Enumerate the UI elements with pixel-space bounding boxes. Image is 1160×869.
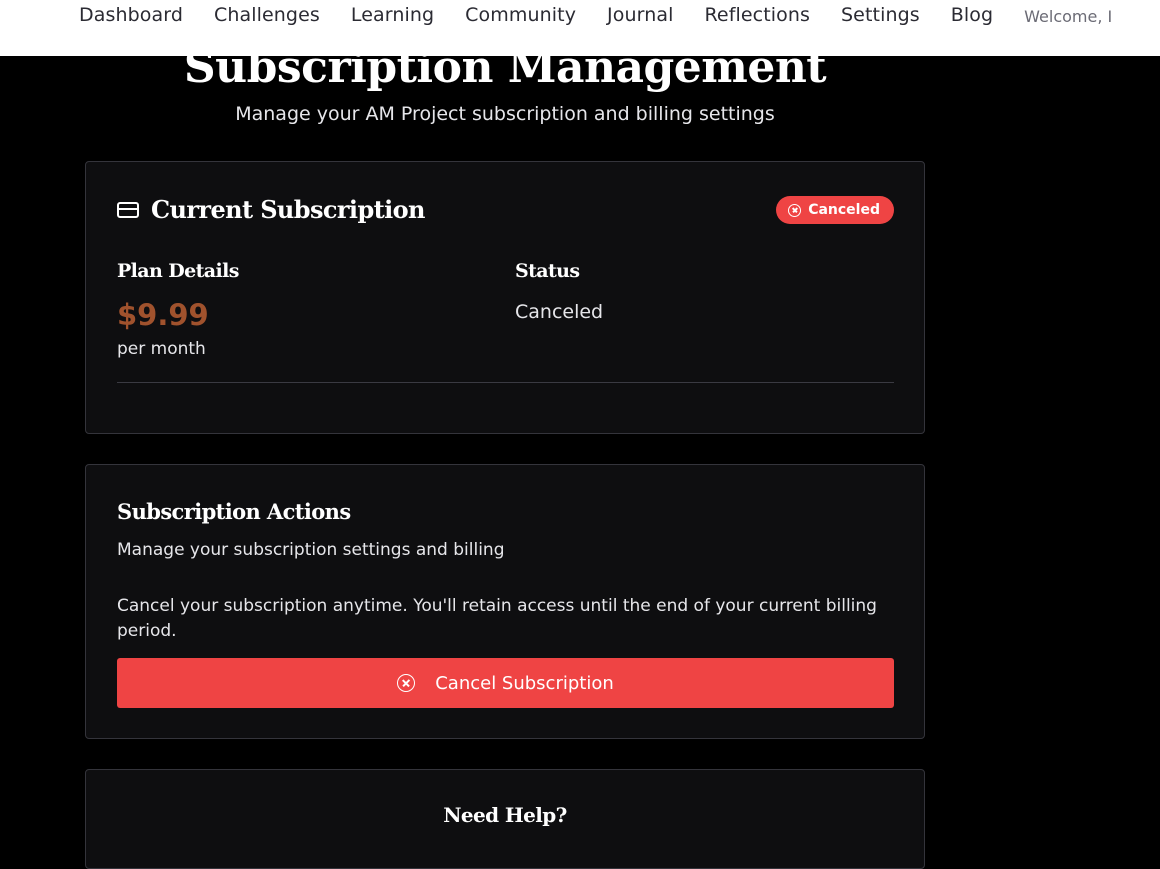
- nav-reflections[interactable]: Reflections: [704, 4, 810, 26]
- nav-community[interactable]: Community: [465, 4, 576, 26]
- status-label: Status: [515, 260, 580, 282]
- credit-card-icon: [117, 201, 139, 218]
- cancel-subscription-button[interactable]: Cancel Subscription: [117, 658, 894, 708]
- help-card: Need Help?: [85, 769, 925, 869]
- x-circle-icon: [397, 674, 416, 692]
- status-badge-label: Canceled: [808, 202, 880, 218]
- subscription-actions-description: Manage your subscription settings and bi…: [117, 540, 505, 560]
- divider: [117, 382, 894, 383]
- status-badge: Canceled: [776, 196, 894, 224]
- nav-blog[interactable]: Blog: [951, 4, 993, 26]
- current-subscription-card: Current Subscription Canceled Plan Detai…: [85, 161, 925, 434]
- plan-period: per month: [117, 339, 206, 359]
- nav-settings[interactable]: Settings: [841, 4, 920, 26]
- nav-learning[interactable]: Learning: [351, 4, 434, 26]
- page-title: Subscription Management: [183, 42, 827, 93]
- welcome-text: Welcome, I: [1024, 6, 1113, 26]
- current-subscription-title: Current Subscription: [151, 195, 426, 224]
- nav-dashboard[interactable]: Dashboard: [79, 4, 183, 26]
- nav-links: Dashboard Challenges Learning Community …: [79, 4, 1112, 26]
- subscription-actions-card: Subscription Actions Manage your subscri…: [85, 464, 925, 739]
- help-title: Need Help?: [443, 803, 567, 827]
- page-subtitle: Manage your AM Project subscription and …: [235, 103, 775, 125]
- status-value: Canceled: [515, 301, 604, 323]
- plan-price: $9.99: [117, 298, 209, 332]
- subscription-actions-title: Subscription Actions: [117, 499, 351, 524]
- cancel-note: Cancel your subscription anytime. You'll…: [117, 596, 877, 641]
- current-subscription-header: Current Subscription: [117, 195, 426, 224]
- plan-details-label: Plan Details: [117, 260, 239, 282]
- cancel-subscription-label: Cancel Subscription: [435, 672, 614, 694]
- x-circle-icon: [788, 203, 802, 217]
- nav-journal[interactable]: Journal: [607, 4, 673, 26]
- nav-challenges[interactable]: Challenges: [214, 4, 320, 26]
